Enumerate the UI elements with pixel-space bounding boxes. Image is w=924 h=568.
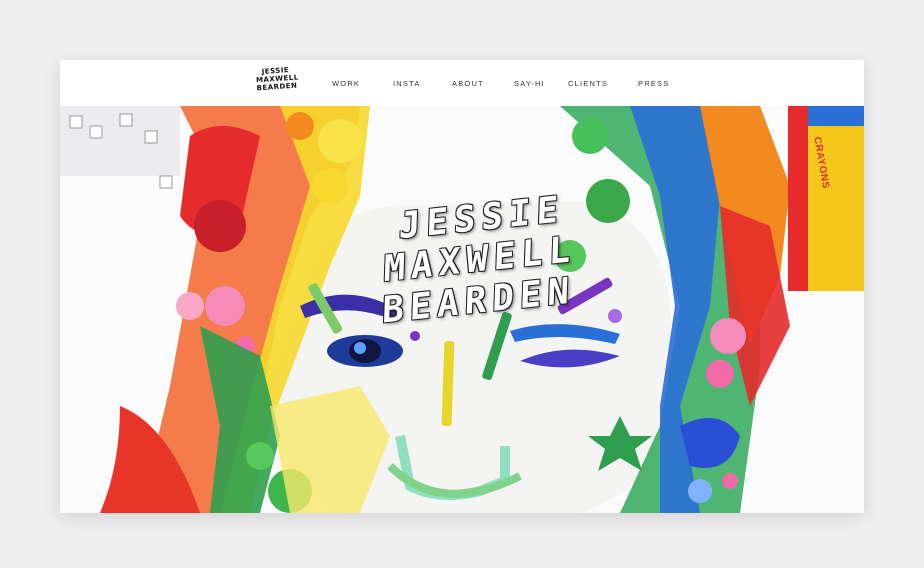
- site-logo[interactable]: JESSIE MAXWELL BEARDEN: [255, 66, 299, 93]
- logo-line-3: BEARDEN: [256, 81, 298, 93]
- nav-item-work[interactable]: WORK: [332, 79, 360, 88]
- site-header: JESSIE MAXWELL BEARDEN WORK INSTA ABOUT …: [60, 60, 864, 106]
- nav-item-about[interactable]: ABOUT: [452, 79, 484, 88]
- hero-banner: CRAYONS JESSIE MAXWELL BEARDEN: [60, 106, 864, 513]
- hero-title: JESSIE MAXWELL BEARDEN: [358, 185, 601, 334]
- nav-item-say-hi[interactable]: SAY-HI: [514, 79, 545, 88]
- nav-item-insta[interactable]: INSTA: [393, 79, 421, 88]
- browser-frame: JESSIE MAXWELL BEARDEN WORK INSTA ABOUT …: [60, 60, 864, 513]
- nav-item-clients[interactable]: CLIENTS: [568, 79, 608, 88]
- nav-item-press[interactable]: PRESS: [638, 79, 669, 88]
